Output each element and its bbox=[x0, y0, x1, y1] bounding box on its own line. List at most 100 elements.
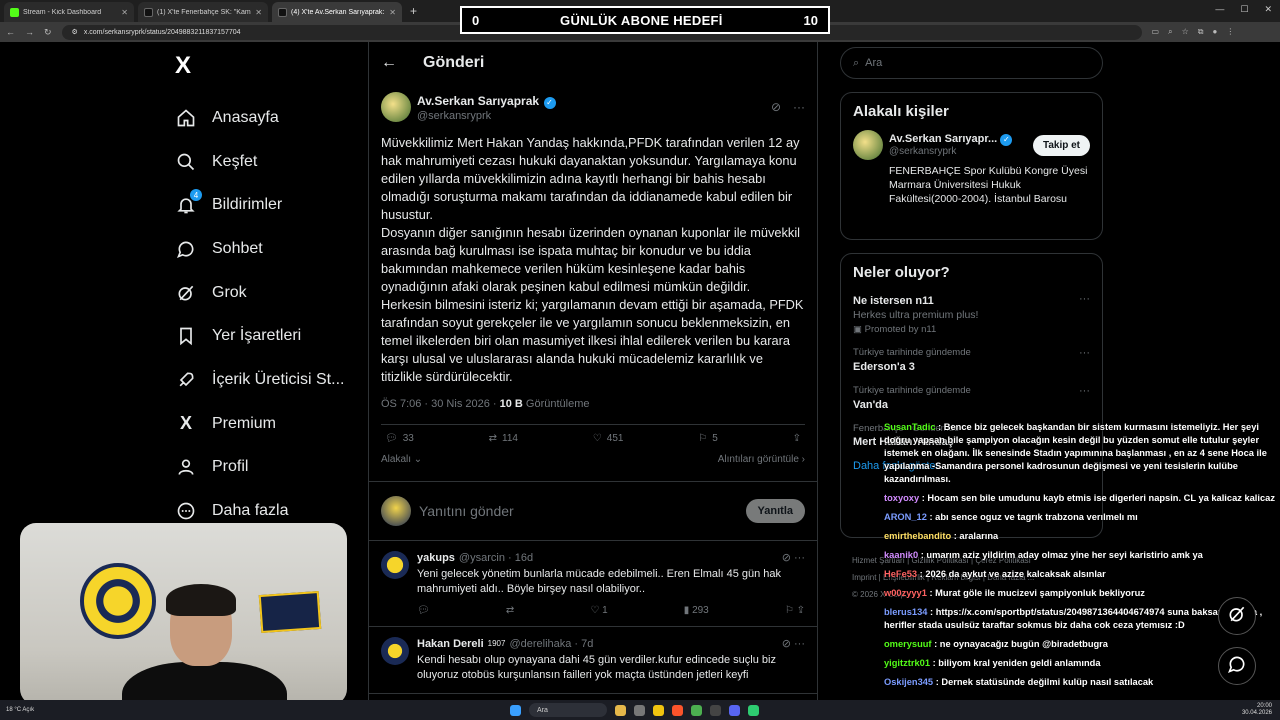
zoom-icon[interactable]: ⌕ bbox=[1168, 27, 1172, 37]
x-logo[interactable]: X bbox=[175, 52, 191, 80]
sidebar-item-notifications[interactable]: 4 Bildirimler bbox=[176, 183, 344, 227]
sidebar-item-home[interactable]: Anasayfa bbox=[176, 96, 344, 140]
chat-username[interactable]: SusanTadic bbox=[884, 422, 936, 432]
browser-tab[interactable]: (1) X'te Fenerbahçe SK: "Kamuo... ✕ bbox=[138, 2, 268, 22]
browser-tab[interactable]: Stream - Kick Dashboard ✕ bbox=[4, 2, 134, 22]
chat-username[interactable]: ARON_12 bbox=[884, 512, 927, 522]
back-icon[interactable]: ← bbox=[6, 27, 15, 37]
repost-icon[interactable]: ⇄ bbox=[506, 605, 514, 616]
star-icon[interactable]: ☆ bbox=[1182, 27, 1189, 37]
profile-icon[interactable]: ● bbox=[1212, 27, 1217, 37]
avatar[interactable] bbox=[381, 92, 411, 122]
follow-button[interactable]: Takip et bbox=[1032, 134, 1090, 156]
comment-author[interactable]: Hakan Dereli bbox=[417, 638, 484, 650]
chat-username[interactable]: omerysuuf bbox=[884, 639, 932, 649]
sidebar-item-bookmarks[interactable]: Yer İşaretleri bbox=[176, 314, 344, 358]
chat-username[interactable]: Oskijen345 bbox=[884, 677, 933, 687]
chat-username[interactable]: blerus134 bbox=[884, 607, 927, 617]
reply-icon[interactable]: 💬︎ bbox=[417, 605, 430, 616]
taskbar-search[interactable]: Ara bbox=[529, 703, 607, 717]
trend-item[interactable]: Türkiye tarihinde gündemde ··· Van'da bbox=[853, 385, 1090, 411]
new-tab-icon[interactable]: + bbox=[410, 4, 417, 18]
chat-text: abı sence oguz ve tagrık trabzona verılm… bbox=[935, 512, 1138, 522]
sidebar-item-grok[interactable]: Grok bbox=[176, 271, 344, 315]
extensions-icon[interactable]: ⧉ bbox=[1198, 27, 1204, 37]
maximize-icon[interactable]: ☐ bbox=[1240, 4, 1248, 15]
more-options-icon[interactable]: ⊘ ··· bbox=[782, 637, 805, 650]
more-options-icon[interactable]: ··· bbox=[1079, 293, 1090, 307]
forward-icon[interactable]: → bbox=[25, 27, 34, 37]
reply-action[interactable]: 💬︎ 33 bbox=[385, 433, 414, 444]
chat-username[interactable]: yigitztrk01 bbox=[884, 658, 930, 668]
more-options-icon[interactable]: ··· bbox=[793, 100, 805, 114]
author-name[interactable]: Av.Serkan Sarıyaprak bbox=[417, 94, 539, 108]
menu-icon[interactable]: ⋮ bbox=[1226, 27, 1234, 37]
repost-action[interactable]: ⇄ 114 bbox=[489, 433, 518, 444]
sidebar-item-profile[interactable]: Profil bbox=[176, 446, 344, 490]
chat-text: aralarına bbox=[959, 531, 999, 541]
grok-icon[interactable]: ⊘ bbox=[771, 100, 781, 114]
sidebar-item-label: Keşfet bbox=[212, 152, 258, 170]
more-options-icon[interactable]: ⊘ ··· bbox=[782, 551, 805, 564]
close-icon[interactable]: ✕ bbox=[255, 8, 262, 17]
chat-username[interactable]: toxyoxy bbox=[884, 493, 919, 503]
taskbar-apps: Ara bbox=[510, 703, 759, 717]
author-handle[interactable]: @serkansryprk bbox=[417, 110, 556, 122]
site-info-icon[interactable]: ⚙ bbox=[72, 28, 78, 36]
sidebar-item-explore[interactable]: Keşfet bbox=[176, 140, 344, 184]
reply-button[interactable]: Yanıtla bbox=[745, 499, 805, 523]
close-icon[interactable]: ✕ bbox=[389, 8, 396, 17]
comment-author[interactable]: yakups bbox=[417, 552, 455, 564]
more-options-icon[interactable]: ··· bbox=[1079, 347, 1090, 359]
like-action[interactable]: ♡ 451 bbox=[593, 433, 624, 444]
bookmark-icon[interactable]: ⚐ ⇪ bbox=[785, 605, 805, 616]
discord-icon[interactable] bbox=[729, 704, 740, 716]
avatar[interactable] bbox=[853, 130, 883, 160]
chat-username[interactable]: kaanik0 bbox=[884, 550, 918, 560]
footer-link[interactable]: Imprint bbox=[852, 573, 876, 582]
sidebar-item-premium[interactable]: X Premium bbox=[176, 402, 344, 446]
browser-tab-active[interactable]: (4) X'te Av.Serkan Sarıyaprak: "M... ✕ bbox=[272, 2, 402, 22]
back-arrow-icon[interactable]: ← bbox=[381, 54, 397, 72]
weather-widget[interactable]: 18 °C Açık bbox=[6, 707, 96, 713]
cast-icon[interactable]: ▭ bbox=[1152, 27, 1160, 37]
view-quotes-link[interactable]: Alıntıları görüntüle › bbox=[718, 454, 805, 465]
close-window-icon[interactable]: ✕ bbox=[1264, 4, 1272, 15]
messages-fab[interactable] bbox=[1218, 647, 1256, 685]
grok-fab[interactable] bbox=[1218, 597, 1256, 635]
post-time[interactable]: ÖS 7:06 · 30 Nis 2026 · bbox=[381, 398, 500, 410]
task-view-icon[interactable] bbox=[634, 704, 645, 716]
more-options-icon[interactable]: ··· bbox=[1079, 385, 1090, 397]
clock[interactable]: 20:00 30.04.2026 bbox=[1242, 703, 1272, 717]
chat-username[interactable]: emirthebandito bbox=[884, 531, 951, 541]
sidebar-item-creator-studio[interactable]: İçerik Üreticisi St... bbox=[176, 358, 344, 402]
brave-icon[interactable] bbox=[672, 704, 683, 716]
sidebar-item-chat[interactable]: Sohbet bbox=[176, 227, 344, 271]
trend-item[interactable]: Ne istersen n11 ··· Herkes ultra premium … bbox=[853, 293, 1090, 335]
sidebar-item-label: Bildirimler bbox=[212, 196, 283, 214]
related-dropdown[interactable]: Alakalı ⌄ bbox=[381, 454, 422, 465]
close-icon[interactable]: ✕ bbox=[121, 8, 128, 17]
chrome-icon[interactable] bbox=[691, 704, 702, 716]
search-input[interactable]: ⌕ Ara bbox=[840, 47, 1103, 79]
file-explorer-icon[interactable] bbox=[653, 704, 664, 716]
views-action[interactable]: ▮ 293 bbox=[684, 605, 709, 616]
chat-username[interactable]: HeFe53 bbox=[884, 569, 917, 579]
trend-item[interactable]: Türkiye tarihinde gündemde ··· Ederson'a … bbox=[853, 347, 1090, 373]
bookmark-action[interactable]: ⚐ 5 bbox=[698, 433, 718, 444]
sidebar-item-label: Anasayfa bbox=[212, 108, 279, 126]
like-action[interactable]: ♡ 1 bbox=[590, 605, 607, 616]
reply-input[interactable]: Yanıtını gönder bbox=[419, 503, 738, 519]
comment-handle: @ysarcin · 16d bbox=[458, 551, 534, 564]
app-icon[interactable] bbox=[748, 704, 759, 716]
person-name[interactable]: Av.Serkan Sarıyapr... bbox=[889, 133, 997, 145]
obs-icon[interactable] bbox=[710, 704, 721, 716]
chat-username[interactable]: w00zyyy1 bbox=[884, 588, 927, 598]
widgets-icon[interactable] bbox=[615, 704, 626, 716]
avatar[interactable] bbox=[381, 637, 409, 665]
avatar[interactable] bbox=[381, 551, 409, 579]
share-action[interactable]: ⇪ bbox=[793, 433, 801, 444]
minimize-icon[interactable]: — bbox=[1215, 4, 1224, 15]
reload-icon[interactable]: ↻ bbox=[44, 27, 52, 38]
windows-start-icon[interactable] bbox=[510, 704, 521, 716]
